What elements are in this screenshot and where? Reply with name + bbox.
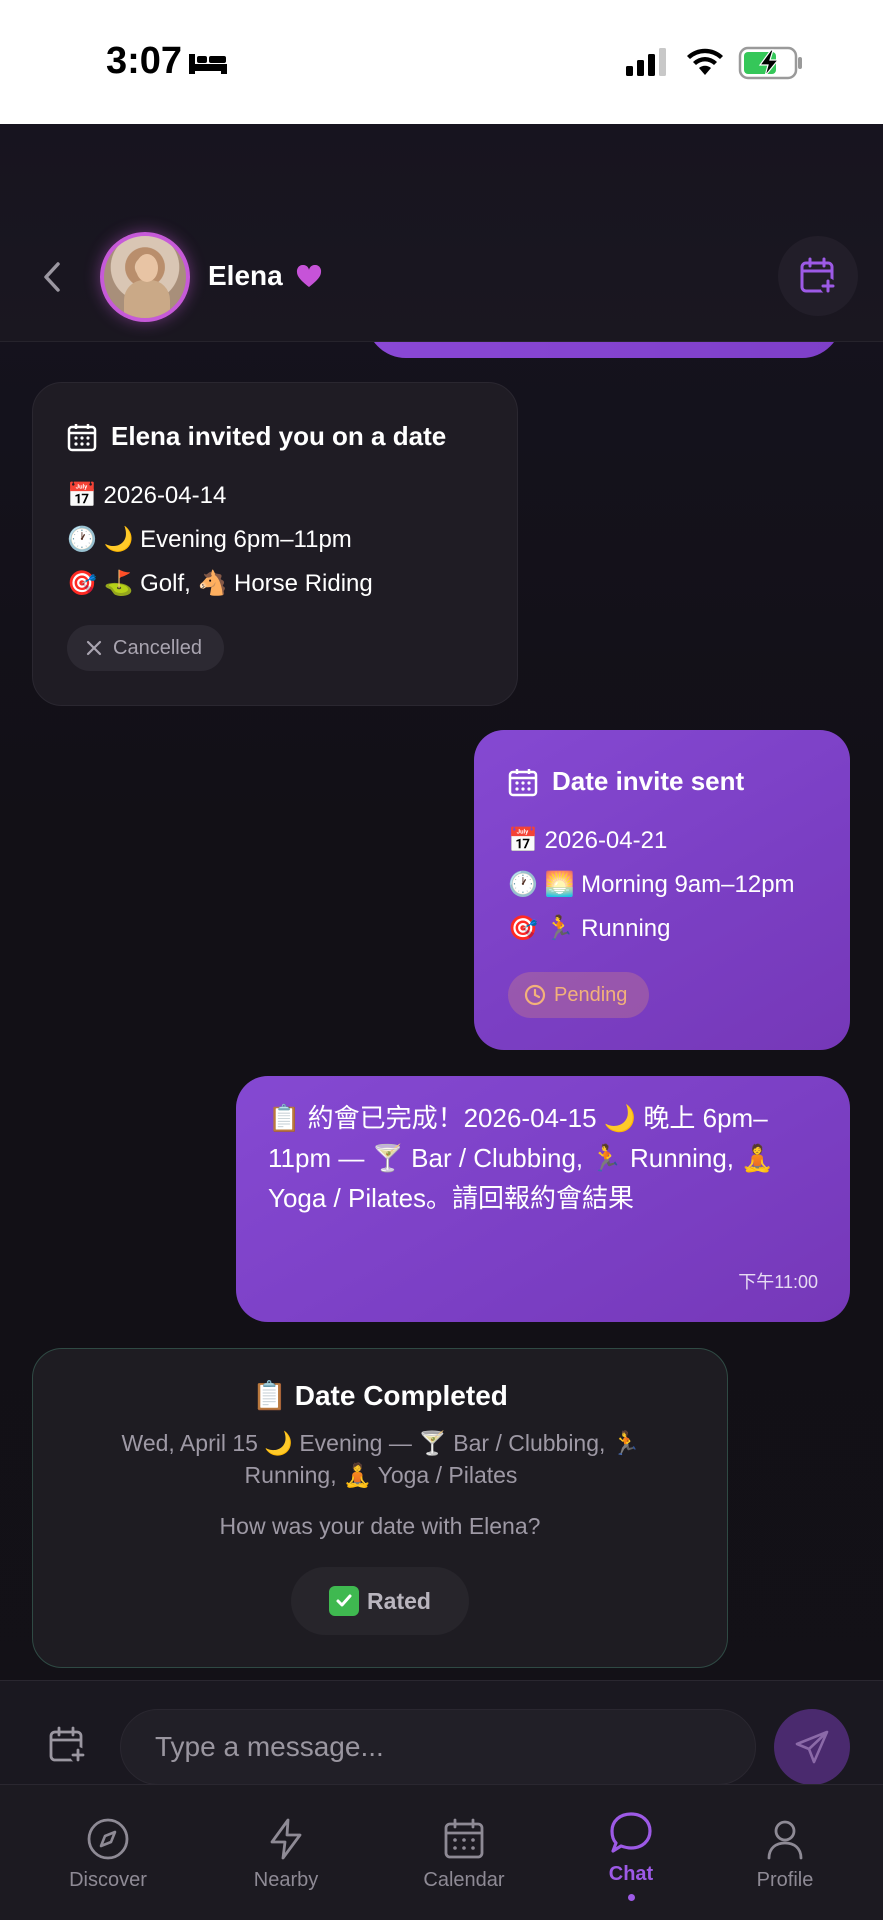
calendar-icon xyxy=(67,423,97,451)
rating-question: How was your date with Elena? xyxy=(219,1513,541,1539)
invite-activities: 🎯 ⛳ Golf, 🐴 Horse Riding xyxy=(67,570,373,597)
tab-profile[interactable]: Profile xyxy=(697,1785,873,1920)
battery-charging-icon xyxy=(738,46,802,80)
tab-discover[interactable]: Discover xyxy=(20,1785,196,1920)
message-input[interactable] xyxy=(120,1709,756,1785)
tab-label: Profile xyxy=(756,1869,814,1891)
chat-bubble-icon xyxy=(610,1812,652,1853)
person-icon xyxy=(767,1820,803,1860)
send-icon xyxy=(795,1730,829,1764)
status-label: Pending xyxy=(554,983,628,1006)
invite-date: 📅 2026-04-14 xyxy=(67,482,227,509)
date-completed-card: 📋 Date Completed Wed, April 15 🌙 Evening… xyxy=(32,1348,728,1668)
invite-time: 🕐 🌅 Morning 9am–12pm xyxy=(508,871,795,898)
bottom-tab-bar: Discover Nearby Calendar Chat Profile xyxy=(0,1784,883,1920)
status-label: Cancelled xyxy=(113,636,202,659)
contact-name[interactable]: Elena xyxy=(208,260,283,292)
status-badge-cancelled: Cancelled xyxy=(67,625,224,671)
completed-title: 📋 Date Completed xyxy=(252,1380,508,1411)
clock-icon xyxy=(524,984,546,1006)
status-bar: 3:07 xyxy=(0,0,883,124)
chat-header: Elena xyxy=(0,124,883,342)
invite-date: 📅 2026-04-21 xyxy=(508,827,668,854)
tab-label: Discover xyxy=(69,1869,147,1891)
received-date-invite-card[interactable]: Elena invited you on a date 📅 2026-04-14… xyxy=(32,382,518,706)
rated-button[interactable]: Rated xyxy=(291,1567,469,1635)
tab-label: Chat xyxy=(608,1863,654,1885)
invite-title: Elena invited you on a date xyxy=(111,421,447,451)
status-time: 3:07 xyxy=(106,40,183,82)
message-composer xyxy=(0,1680,883,1785)
invite-title: Date invite sent xyxy=(552,766,745,796)
completed-detail: Wed, April 15 🌙 Evening — 🍸 Bar / Clubbi… xyxy=(121,1430,641,1488)
wifi-icon xyxy=(687,48,723,75)
calendar-icon xyxy=(508,768,538,796)
back-chevron-icon[interactable] xyxy=(32,252,68,302)
message-bubble[interactable]: 📋 約會已完成！2026-04-15 🌙 晚上 6pm–11pm — 🍸 Bar… xyxy=(236,1076,850,1322)
compass-icon xyxy=(87,1818,129,1860)
invite-title-row: Elena invited you on a date xyxy=(67,421,446,452)
send-button[interactable] xyxy=(774,1709,850,1785)
tab-label: Calendar xyxy=(423,1869,505,1891)
checkmark-icon xyxy=(329,1586,360,1616)
sent-date-invite-card[interactable]: Date invite sent 📅 2026-04-21 🕐 🌅 Mornin… xyxy=(474,730,850,1050)
tab-calendar[interactable]: Calendar xyxy=(376,1785,552,1920)
rated-label: Rated xyxy=(367,1587,431,1614)
message-timestamp: 下午11:00 xyxy=(738,1272,818,1292)
invite-time: 🕐 🌙 Evening 6pm–11pm xyxy=(67,526,352,553)
avatar[interactable] xyxy=(100,232,190,322)
status-badge-pending: Pending xyxy=(508,972,650,1018)
calendar-plus-icon xyxy=(800,257,836,294)
lightning-icon xyxy=(270,1818,302,1860)
tab-nearby[interactable]: Nearby xyxy=(198,1785,374,1920)
close-icon xyxy=(86,640,102,656)
calendar-icon xyxy=(444,1818,484,1859)
calendar-plus-icon[interactable] xyxy=(48,1725,88,1765)
tab-chat[interactable]: Chat xyxy=(543,1785,719,1920)
schedule-date-button[interactable] xyxy=(778,236,858,316)
active-tab-indicator xyxy=(627,1894,635,1901)
sleep-focus-icon xyxy=(189,54,227,74)
message-text: 📋 約會已完成！2026-04-15 🌙 晚上 6pm–11pm — 🍸 Bar… xyxy=(268,1103,774,1213)
tab-label: Nearby xyxy=(253,1869,319,1891)
heart-icon xyxy=(296,265,322,287)
invite-activities: 🎯 🏃 Running xyxy=(508,915,671,942)
cellular-signal-icon xyxy=(626,48,666,76)
invite-title-row: Date invite sent xyxy=(508,766,744,797)
